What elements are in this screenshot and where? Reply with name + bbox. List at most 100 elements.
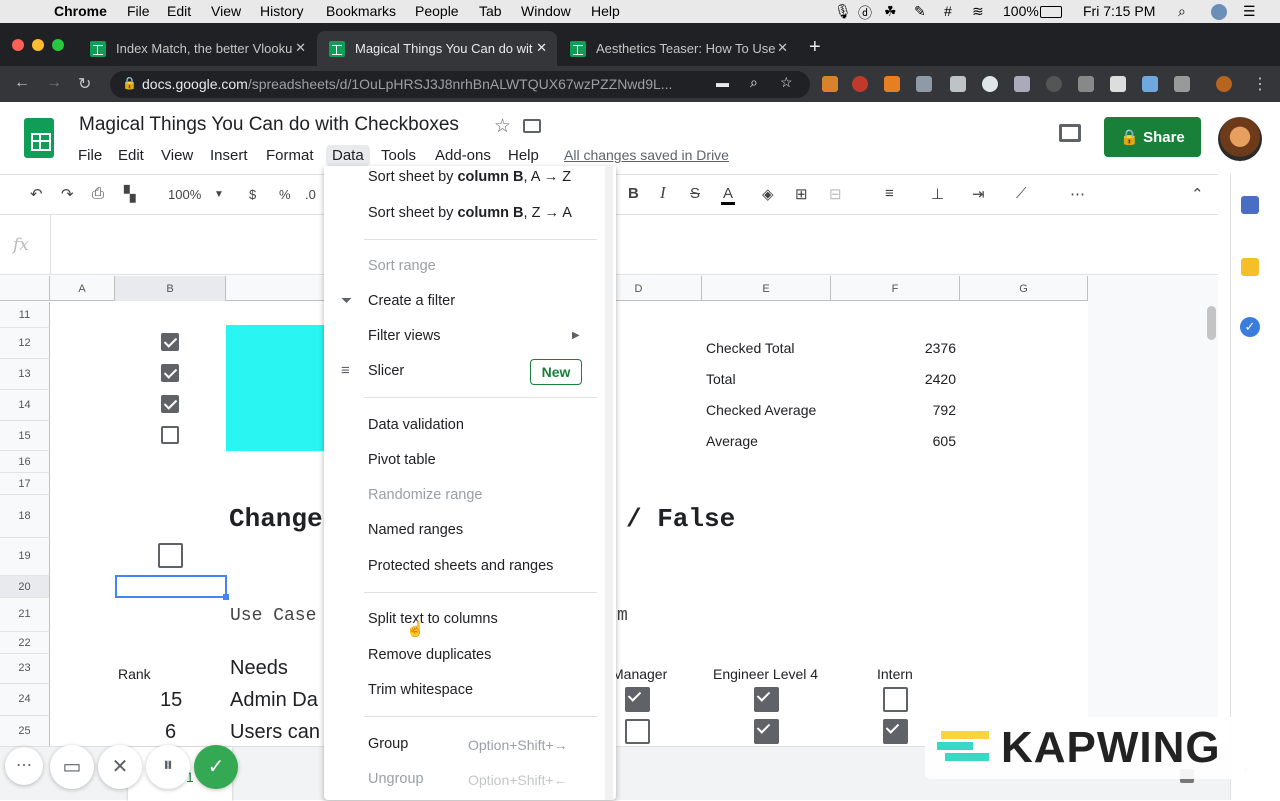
column-header[interactable]: F xyxy=(831,276,960,301)
mac-menu-bookmarks[interactable]: Bookmarks xyxy=(326,3,396,19)
minimize-window-icon[interactable] xyxy=(32,39,44,51)
mac-menu-view[interactable]: View xyxy=(211,3,241,19)
redo-icon[interactable]: ↷ xyxy=(61,185,74,203)
browser-tab[interactable]: Aesthetics Teaser: How To Use ✕ xyxy=(558,31,798,66)
extension-icon[interactable] xyxy=(950,76,966,92)
menu-help[interactable]: Help xyxy=(502,145,545,166)
extension-icon[interactable] xyxy=(1142,76,1158,92)
menu-item-sort-a-z[interactable]: Sort sheet by column B, A → Z xyxy=(368,169,571,185)
battery-icon[interactable] xyxy=(1040,6,1062,18)
row-header[interactable]: 15 xyxy=(0,421,50,451)
extension-icon[interactable] xyxy=(1110,76,1126,92)
column-header[interactable]: A xyxy=(50,276,115,301)
percent-format-button[interactable]: % xyxy=(279,187,291,202)
merge-cells-icon[interactable]: ⊟ xyxy=(829,185,842,203)
decrease-decimal-button[interactable]: .0 xyxy=(305,187,316,202)
battery-label[interactable]: 100% xyxy=(1003,3,1039,19)
mac-menu-window[interactable]: Window xyxy=(521,3,571,19)
extension-icon[interactable] xyxy=(982,76,998,92)
spotlight-icon[interactable]: ⌕ xyxy=(1178,3,1186,20)
select-all-corner[interactable] xyxy=(0,276,50,301)
text-wrapping-icon[interactable]: ⇥ xyxy=(972,185,985,203)
row-header[interactable]: 12 xyxy=(0,328,50,359)
calendar-icon[interactable] xyxy=(1241,196,1259,214)
vertical-scrollbar[interactable] xyxy=(1207,306,1216,340)
row-header[interactable]: 20 xyxy=(0,576,50,598)
menu-add-ons[interactable]: Add-ons xyxy=(429,145,497,166)
clock[interactable]: Fri 7:15 PM xyxy=(1083,3,1155,19)
chrome-menu-icon[interactable]: ⋮ xyxy=(1252,74,1268,94)
menu-item-protected-sheets[interactable]: Protected sheets and ranges xyxy=(368,558,553,574)
menu-item-create-filter[interactable]: Create a filter xyxy=(368,293,455,309)
text-color-icon[interactable]: A xyxy=(721,185,736,205)
menu-item-sort-z-a[interactable]: Sort sheet by column B, Z → A xyxy=(368,205,572,221)
formula-input[interactable] xyxy=(52,215,1212,275)
collapse-toolbar-icon[interactable]: ⌃ xyxy=(1191,185,1204,203)
mac-menu-help[interactable]: Help xyxy=(591,3,620,19)
close-tab-icon[interactable]: ✕ xyxy=(536,40,547,56)
italic-icon[interactable]: I xyxy=(660,183,666,203)
menu-item-group[interactable]: Group xyxy=(368,736,408,752)
menu-item-data-validation[interactable]: Data validation xyxy=(368,417,464,433)
zoom-icon[interactable]: ⌕ xyxy=(750,74,758,91)
row-header[interactable]: 22 xyxy=(0,632,50,654)
menu-item-remove-duplicates[interactable]: Remove duplicates xyxy=(368,647,491,663)
menu-data[interactable]: Data xyxy=(326,145,370,166)
microphone-icon[interactable]: 🎙 xyxy=(834,3,852,20)
account-avatar[interactable] xyxy=(1218,117,1262,161)
extension-icon[interactable] xyxy=(852,76,868,92)
menu-item-ungroup[interactable]: Ungroup xyxy=(368,771,424,787)
row-header[interactable]: 18 xyxy=(0,495,50,538)
close-window-icon[interactable] xyxy=(12,39,24,51)
close-tab-icon[interactable]: ✕ xyxy=(295,40,306,56)
undo-icon[interactable]: ↶ xyxy=(30,185,43,203)
checkbox[interactable] xyxy=(883,687,908,712)
cancel-recording-button[interactable]: ✕ xyxy=(98,745,142,789)
text-rotation-icon[interactable]: ⟋ xyxy=(1016,185,1027,202)
mac-menu-people[interactable]: People xyxy=(415,3,459,19)
currency-format-button[interactable]: $ xyxy=(249,187,256,202)
chevron-down-icon[interactable]: ▼ xyxy=(214,189,224,200)
menu-format[interactable]: Format xyxy=(260,145,320,166)
checkbox[interactable] xyxy=(754,719,779,744)
checkbox[interactable] xyxy=(754,687,779,712)
row-header[interactable]: 21 xyxy=(0,598,50,632)
fill-handle[interactable] xyxy=(223,594,229,600)
strikethrough-icon[interactable]: S xyxy=(690,185,700,202)
zoom-select[interactable]: 100% xyxy=(168,187,201,202)
sheets-logo-icon[interactable] xyxy=(24,118,54,158)
reload-icon[interactable]: ↻ xyxy=(78,74,91,94)
extension-icon[interactable] xyxy=(1174,76,1190,92)
borders-icon[interactable]: ⊞ xyxy=(795,185,808,203)
forward-icon[interactable]: → xyxy=(46,74,62,92)
column-header[interactable]: E xyxy=(702,276,831,301)
finish-recording-button[interactable]: ✓ xyxy=(194,745,238,789)
menu-item-filter-views[interactable]: Filter views xyxy=(368,328,441,344)
menu-edit[interactable]: Edit xyxy=(112,145,150,166)
row-header[interactable]: 14 xyxy=(0,390,50,421)
checkbox[interactable] xyxy=(161,333,179,351)
row-header[interactable]: 24 xyxy=(0,684,50,716)
fill-color-icon[interactable]: ◈ xyxy=(762,185,774,203)
camera-toggle-button[interactable]: ▭ xyxy=(50,745,94,789)
mac-menu-history[interactable]: History xyxy=(260,3,304,19)
checkbox[interactable] xyxy=(161,426,179,444)
row-header[interactable]: 25 xyxy=(0,716,50,746)
document-title[interactable]: Magical Things You Can do with Checkboxe… xyxy=(79,114,459,136)
more-options-button[interactable]: ⋯ xyxy=(5,747,43,785)
app-name[interactable]: Chrome xyxy=(54,3,107,19)
row-header[interactable]: 19 xyxy=(0,538,50,576)
siri-icon[interactable] xyxy=(1211,4,1227,20)
menu-item-split-text[interactable]: Split text to columns xyxy=(368,611,498,627)
keep-icon[interactable] xyxy=(1241,258,1259,276)
menu-item-randomize-range[interactable]: Randomize range xyxy=(368,487,482,503)
menu-item-slicer[interactable]: Slicer xyxy=(368,363,404,379)
browser-tab[interactable]: Index Match, the better Vlooku ✕ xyxy=(78,31,316,66)
checkbox[interactable] xyxy=(883,719,908,744)
address-bar[interactable]: 🔒 docs.google.com/spreadsheets/d/1OuLpHR… xyxy=(110,71,810,98)
bookmark-star-icon[interactable]: ☆ xyxy=(780,74,793,91)
status-icon-hash[interactable]: # xyxy=(944,3,952,19)
back-icon[interactable]: ← xyxy=(14,74,30,92)
menu-item-named-ranges[interactable]: Named ranges xyxy=(368,522,463,538)
notification-center-icon[interactable]: ☰ xyxy=(1243,3,1256,20)
